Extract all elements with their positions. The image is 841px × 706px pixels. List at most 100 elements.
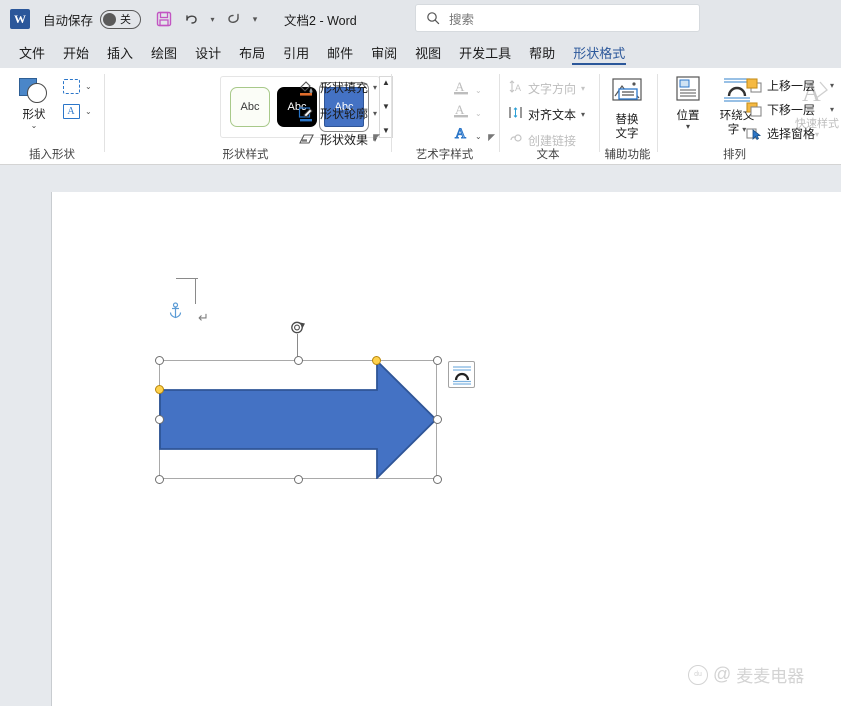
- undo-icon[interactable]: [179, 6, 205, 32]
- text-fill-button[interactable]: A ⌄: [452, 78, 482, 102]
- shape-outline-button[interactable]: 形状轮廓 ▾: [298, 105, 377, 122]
- gallery-scroll-down-icon[interactable]: ▼: [382, 103, 390, 111]
- layout-options-icon: [452, 365, 471, 385]
- tab-design[interactable]: 设计: [186, 40, 230, 68]
- svg-text:A: A: [455, 79, 465, 94]
- search-box[interactable]: 搜索: [415, 4, 700, 32]
- text-effects-caret-icon[interactable]: ⌄: [475, 132, 482, 141]
- save-icon[interactable]: [151, 6, 177, 32]
- tab-mailings[interactable]: 邮件: [318, 40, 362, 68]
- handle-bottom-left[interactable]: [154, 474, 164, 484]
- bring-forward-label: 上移一层: [767, 79, 816, 93]
- text-box-caret-icon[interactable]: ⌄: [85, 107, 92, 116]
- ribbon: 形状 ⌄ ⌄ A ⌄ 插入形状 Abc Abc Abc ▲ ▼ ▼ 形状填充 ▾…: [0, 68, 841, 165]
- handle-top-left[interactable]: [154, 355, 164, 365]
- watermark-at: @: [713, 664, 732, 684]
- edit-shape-caret-icon[interactable]: ⌄: [85, 82, 92, 91]
- shapes-button[interactable]: 形状 ⌄: [8, 74, 60, 142]
- tab-references[interactable]: 引用: [274, 40, 318, 68]
- shape-fill-button[interactable]: 形状填充 ▾: [298, 79, 377, 96]
- selection-pane-button[interactable]: 选择窗格: [746, 125, 815, 142]
- autosave-state-label: 关: [120, 14, 132, 26]
- search-icon: [427, 12, 440, 25]
- ribbon-tab-bar: 文件 开始 插入 绘图 设计 布局 引用 邮件 审阅 视图 开发工具 帮助 形状…: [0, 38, 841, 68]
- tab-file[interactable]: 文件: [10, 40, 54, 68]
- shape-outline-caret-icon[interactable]: ▾: [373, 109, 377, 118]
- shape-style-light-green[interactable]: Abc: [230, 87, 270, 127]
- text-box-icon: A: [60, 101, 82, 121]
- shape-outline-label: 形状轮廓: [320, 107, 369, 121]
- wrap-text-label-line1: 字: [727, 124, 740, 136]
- bring-forward-button[interactable]: 上移一层 ▾: [746, 77, 834, 94]
- tab-draw[interactable]: 绘图: [142, 40, 186, 68]
- text-box-button[interactable]: A ⌄: [60, 101, 92, 121]
- send-backward-icon: [746, 102, 762, 117]
- group-label-insert-shapes: 插入形状: [29, 149, 75, 161]
- text-cursor-line: [195, 278, 196, 304]
- handle-bottom-center[interactable]: [293, 474, 303, 484]
- bring-forward-caret-icon[interactable]: ▾: [830, 81, 834, 90]
- adjust-handle-arrowhead[interactable]: [372, 355, 381, 365]
- shape-outline-icon: [298, 106, 315, 122]
- layout-options-button[interactable]: [448, 361, 475, 388]
- group-label-text: 文本: [536, 149, 560, 161]
- group-label-shape-styles: 形状样式: [222, 149, 269, 161]
- group-wordart-styles: A 快速样式 ▾ A ⌄ A ⌄ A ⌄ ◤ 艺术字样式: [392, 68, 839, 165]
- word-logo: W: [10, 9, 30, 29]
- tab-view[interactable]: 视图: [406, 40, 450, 68]
- autosave-label: 自动保存: [43, 13, 94, 28]
- shapes-icon: [18, 78, 50, 104]
- rotation-handle-icon[interactable]: [290, 319, 306, 335]
- search-placeholder: 搜索: [449, 12, 475, 27]
- edit-shape-icon: [60, 76, 82, 96]
- redo-icon[interactable]: [220, 6, 246, 32]
- edit-shape-button[interactable]: ⌄: [60, 76, 92, 96]
- text-direction-button[interactable]: A 文字方向 ▾: [508, 79, 585, 97]
- tab-review[interactable]: 审阅: [362, 40, 406, 68]
- handle-middle-right[interactable]: [432, 415, 442, 424]
- tab-shape-format[interactable]: 形状格式: [564, 40, 634, 68]
- quick-access-toolbar: ▾ ▾: [151, 6, 262, 32]
- text-outline-button[interactable]: A ⌄: [452, 101, 482, 125]
- align-text-button[interactable]: 对齐文本 ▾: [508, 105, 585, 123]
- tab-insert[interactable]: 插入: [98, 40, 142, 68]
- text-fill-caret-icon[interactable]: ⌄: [475, 86, 482, 95]
- align-text-caret-icon[interactable]: ▾: [581, 110, 585, 119]
- send-backward-caret-icon[interactable]: ▾: [830, 105, 834, 114]
- handle-top-center[interactable]: [293, 355, 303, 365]
- tab-developer[interactable]: 开发工具: [450, 40, 520, 68]
- gallery-scroll-up-icon[interactable]: ▲: [382, 79, 390, 87]
- qat-more-icon[interactable]: ▾: [248, 6, 262, 32]
- right-arrow-shape[interactable]: [159, 360, 437, 479]
- shape-fill-caret-icon[interactable]: ▾: [373, 83, 377, 92]
- text-direction-caret-icon[interactable]: ▾: [581, 84, 585, 93]
- autosave-toggle[interactable]: 关: [100, 9, 142, 29]
- text-outline-caret-icon[interactable]: ⌄: [475, 109, 482, 118]
- position-button[interactable]: 位置 ▾: [664, 76, 712, 131]
- handle-top-right[interactable]: [432, 355, 442, 365]
- svg-text:A: A: [455, 126, 466, 142]
- baidu-paw-icon: du: [688, 664, 708, 685]
- alt-text-label-line1: 替换: [615, 114, 639, 126]
- alt-text-button[interactable]: 替换 文字: [603, 78, 651, 141]
- autosave-toggle-knob: [103, 12, 117, 26]
- adjust-handle-shaft[interactable]: [155, 385, 164, 394]
- group-shape-styles: Abc Abc Abc ▲ ▼ ▼ 形状填充 ▾ 形状轮廓 ▾ 形状效果 ▾ ◤…: [105, 68, 393, 165]
- undo-caret-icon[interactable]: ▾: [207, 6, 218, 32]
- tab-layout[interactable]: 布局: [230, 40, 274, 68]
- position-caret-icon[interactable]: ▾: [686, 123, 690, 131]
- wordart-dialog-launcher[interactable]: ◤: [488, 132, 495, 143]
- tab-home[interactable]: 开始: [54, 40, 98, 68]
- handle-bottom-right[interactable]: [432, 474, 442, 484]
- watermark-text: 麦麦电器: [736, 667, 805, 686]
- send-backward-button[interactable]: 下移一层 ▾: [746, 101, 834, 118]
- handle-middle-left[interactable]: [154, 415, 164, 424]
- position-label: 位置: [676, 110, 700, 122]
- tab-help[interactable]: 帮助: [520, 40, 564, 68]
- text-effects-button[interactable]: A ⌄: [452, 124, 482, 148]
- shapes-caret-icon[interactable]: ⌄: [31, 122, 38, 130]
- gallery-more-icon[interactable]: ▼: [382, 127, 390, 135]
- text-effects-icon: A: [452, 124, 471, 148]
- send-backward-label: 下移一层: [767, 103, 816, 117]
- shape-styles-dialog-launcher[interactable]: ◤: [373, 132, 380, 143]
